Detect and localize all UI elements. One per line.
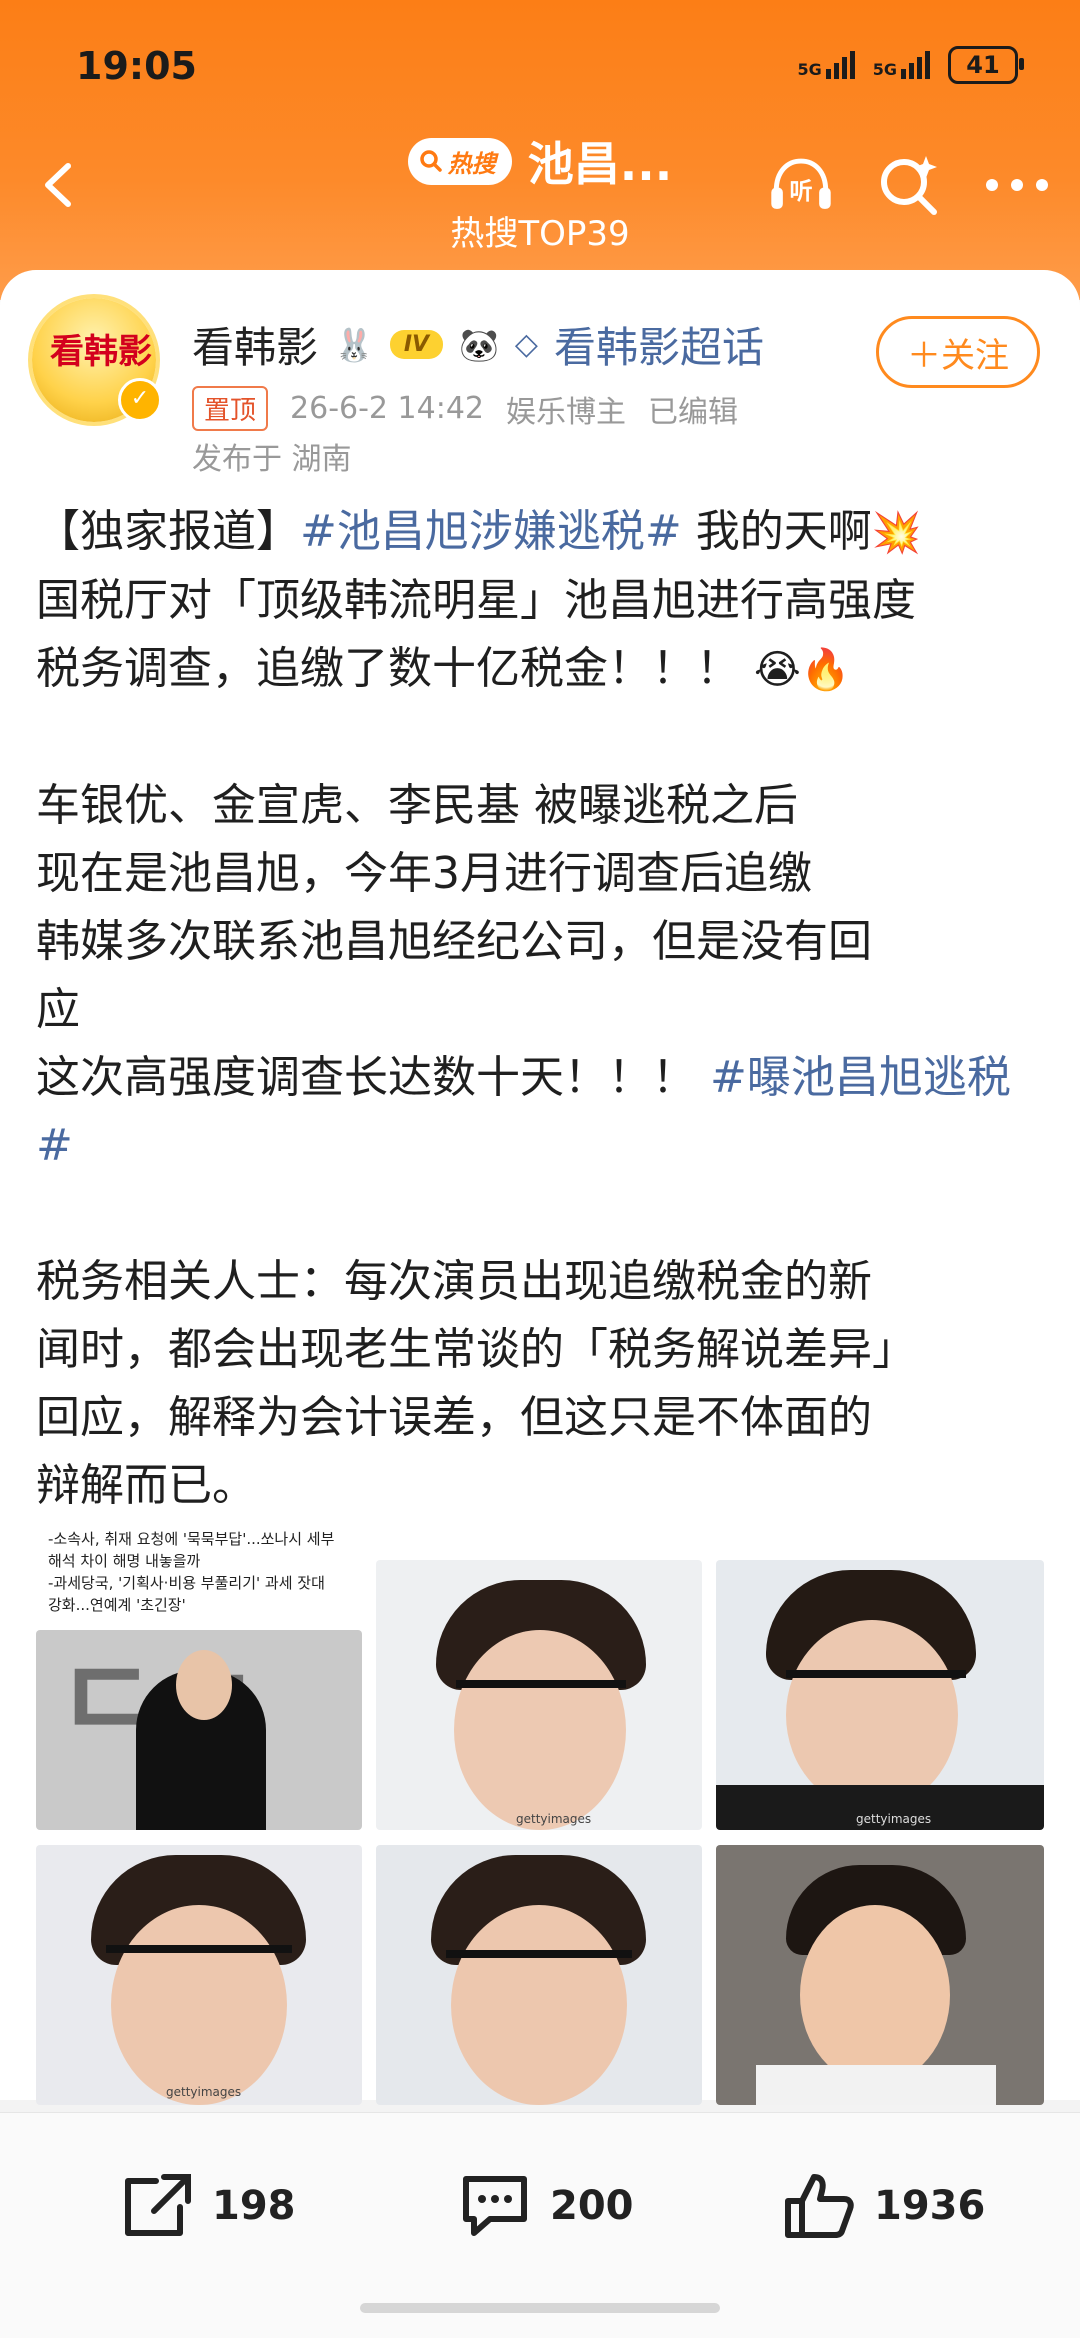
body-line: 现在是池昌旭，今年3月进行调查后追缴: [36, 848, 812, 899]
edited-label: 已编辑: [648, 394, 739, 430]
person-face: [176, 1650, 232, 1720]
pinned-badge: 置顶: [192, 386, 269, 431]
network-type-label-2: 5G: [872, 60, 897, 79]
photo-2[interactable]: gettyimages: [376, 1560, 702, 1830]
post-body: 【独家报道】#池昌旭涉嫌逃税# 我的天啊💥 国税厅对「顶级韩流明星」池昌旭进行高…: [36, 498, 1046, 1520]
photo-6[interactable]: [716, 1845, 1044, 2105]
top-header: 19:05 5G 5G 41 热搜 池昌... 热搜TOP39 听: [0, 0, 1080, 300]
header-actions: 听: [768, 152, 1050, 218]
face-shape: [800, 1905, 950, 2085]
body-line: 国税厅对「顶级韩流明星」池昌旭进行高强度: [36, 575, 916, 626]
body-prefix: 【独家报道】: [36, 506, 300, 557]
post-card: 看韩影 ✓ 看韩影 🐰 IV 🐼 ◇ 看韩影超话 ＋关注 置顶 26-6-2 1…: [0, 270, 1080, 2105]
thumbs-up-icon: [785, 2174, 854, 2238]
body-line: 韩媒多次联系池昌旭经纪公司，但是没有回: [36, 916, 872, 967]
listen-label: 听: [789, 179, 812, 205]
comment-icon: [463, 2176, 527, 2236]
super-topic-link[interactable]: 看韩影超话: [554, 314, 764, 375]
status-time: 19:05: [76, 44, 197, 88]
body-line: 闻时，都会出现老生常谈的「税务解说差异」: [36, 1324, 916, 1375]
body-line: 这次高强度调查长达数十天！！！: [36, 1052, 710, 1103]
fire-emoji-icon: 🔥: [800, 647, 851, 693]
page-title: 池昌...: [527, 137, 673, 191]
share-icon: [125, 2174, 191, 2236]
signal-icon-2: 5G: [873, 51, 930, 79]
battery-level: 41: [966, 51, 1000, 79]
avatar[interactable]: 看韩影 ✓: [32, 298, 162, 422]
username[interactable]: 看韩影: [192, 314, 318, 375]
author-type: 娱乐博主: [506, 394, 627, 430]
body-line: 税务相关人士：每次演员出现追缴税金的新: [36, 1256, 872, 1307]
like-count: 1936: [874, 2183, 986, 2229]
glasses-icon: [446, 1950, 632, 2004]
more-button[interactable]: [984, 152, 1050, 218]
search-button[interactable]: [876, 152, 942, 218]
network-type-label: 5G: [797, 60, 822, 79]
post-date: 26-6-2 14:42: [290, 391, 485, 426]
author-row: 看韩影 🐰 IV 🐼 ◇ 看韩影超话: [192, 314, 764, 375]
panda-icon: 🐼: [459, 325, 499, 364]
shirt-shape: [756, 2065, 996, 2105]
photo-1[interactable]: ㄷㅎ: [36, 1630, 362, 1830]
body-line: 辩解而已。: [36, 1460, 256, 1511]
body-line: 车银优、金宣虎、李民基 被曝逃税之后: [36, 780, 798, 831]
listen-button[interactable]: 听: [768, 152, 834, 218]
level-badge: IV: [389, 330, 444, 359]
follow-label: ＋关注: [907, 335, 1009, 376]
face-shape: [111, 1905, 287, 2105]
battery-icon: 41: [948, 46, 1024, 84]
photo-4[interactable]: gettyimages: [36, 1845, 362, 2105]
glasses-icon: [456, 1680, 626, 1734]
avatar-text: 看韩影: [50, 332, 152, 372]
photo-3[interactable]: gettyimages: [716, 1560, 1044, 1830]
share-count: 198: [212, 2183, 296, 2229]
watermark: gettyimages: [856, 1812, 932, 1826]
status-icons: 5G 5G 41: [797, 46, 1024, 84]
headphones-icon: 听: [771, 158, 831, 209]
verified-badge-icon: ✓: [118, 378, 162, 422]
more-icon: [986, 179, 1048, 191]
search-icon: [420, 150, 442, 172]
glasses-icon: [106, 1945, 292, 1999]
home-indicator[interactable]: [360, 2303, 720, 2313]
diamond-icon: ◇: [514, 327, 538, 362]
like-button[interactable]: 1936: [780, 2171, 985, 2241]
bunny-icon: 🐰: [334, 325, 374, 364]
search-sparkle-icon: [881, 156, 937, 215]
face-shape: [451, 1905, 627, 2105]
watermark: gettyimages: [166, 2085, 242, 2099]
bottom-action-bar: 198 200 1936: [0, 2112, 1080, 2338]
news-caption: -소속사, 취재 요청에 '묵묵부답'...쏘나시 세부 해석 차이 해명 내놓…: [48, 1530, 335, 1614]
crying-emoji-icon: 😭: [754, 647, 801, 693]
hot-badge-label: 热搜: [447, 149, 496, 178]
glasses-icon: [786, 1670, 966, 1724]
body-line: 应: [36, 984, 80, 1035]
body-line: 回应，解释为会计误差，但这只是不体面的: [36, 1392, 872, 1443]
photo-5[interactable]: [376, 1845, 702, 2105]
explosion-emoji-icon: 💥: [871, 510, 922, 556]
signal-icon: 5G: [797, 51, 855, 79]
post-location: 发布于 湖南: [192, 442, 352, 477]
share-button[interactable]: 198: [118, 2171, 296, 2241]
follow-button[interactable]: ＋关注: [876, 316, 1040, 388]
body-line: 税务调查，追缴了数十亿税金！！！: [36, 643, 740, 694]
comment-button[interactable]: 200: [456, 2171, 634, 2241]
hot-search-badge: 热搜: [407, 137, 512, 185]
hashtag-link[interactable]: #池昌旭涉嫌逃税#: [300, 506, 682, 557]
body-text: 我的天啊: [681, 506, 872, 557]
comment-count: 200: [550, 2183, 634, 2229]
watermark: gettyimages: [516, 1812, 592, 1826]
post-meta: 置顶 26-6-2 14:42 娱乐博主 已编辑: [192, 386, 738, 431]
